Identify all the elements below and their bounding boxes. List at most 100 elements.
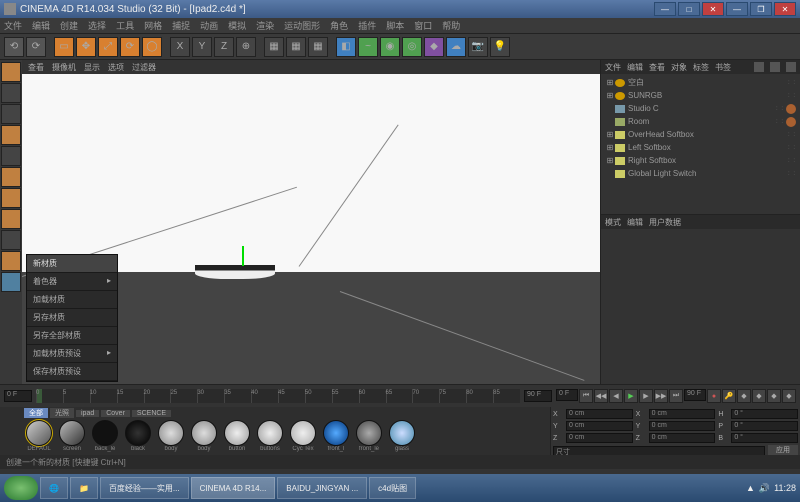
menu-文件[interactable]: 文件 [4,19,22,32]
menu-运动图形[interactable]: 运动图形 [284,19,320,32]
attr-tab[interactable]: 编辑 [627,217,643,228]
tree-item[interactable]: ⊞SUNRGB: : [605,89,796,102]
axis-y-button[interactable]: Y [192,37,212,57]
context-menu-item[interactable]: 另存材质 [27,309,117,327]
material-swatch[interactable]: buttons [254,420,286,454]
environment-button[interactable]: ☁ [446,37,466,57]
objmgr-tab[interactable]: 对象 [671,62,687,73]
tray-icon[interactable]: 🔊 [759,483,770,494]
menu-动画[interactable]: 动画 [200,19,218,32]
range-start-field[interactable]: 0 F [556,389,578,401]
key-scale-button[interactable]: ◆ [752,389,766,403]
visibility-dots[interactable]: : : [788,93,796,99]
viewport-tab[interactable]: 过滤器 [132,62,156,73]
material-tab[interactable]: 全部 [24,408,48,418]
polygon-mode-button[interactable] [1,209,21,229]
make-editable-button[interactable] [1,62,21,82]
record-button[interactable]: ● [707,389,721,403]
material-swatch[interactable]: front_le [353,420,385,454]
key-pos-button[interactable]: ◆ [737,389,751,403]
material-swatch[interactable]: front_l [320,420,352,454]
size-z-field[interactable]: 0 cm [649,433,716,443]
workplane-button[interactable] [1,146,21,166]
coord-system-button[interactable]: ⊕ [236,37,256,57]
snap-button[interactable] [1,251,21,271]
filter-icon[interactable] [770,62,780,72]
objmgr-tab[interactable]: 文件 [605,62,621,73]
context-menu-item[interactable]: 保存材质预设 [27,363,117,381]
attr-tab[interactable]: 用户数据 [649,217,681,228]
visibility-dots[interactable]: : : [788,80,796,86]
generator-button[interactable]: ◎ [402,37,422,57]
expand-icon[interactable]: ⊞ [605,130,615,139]
render-view-button[interactable]: ▦ [264,37,284,57]
material-swatch[interactable]: body [188,420,220,454]
material-swatch[interactable]: Cyc Tex [287,420,319,454]
context-menu-item[interactable]: 着色器▸ [27,273,117,291]
start-button[interactable] [4,476,38,500]
redo-button[interactable]: ⟳ [26,37,46,57]
material-swatch[interactable]: black [122,420,154,454]
model-mode-button[interactable] [1,83,21,103]
attr-tab[interactable]: 模式 [605,217,621,228]
objmgr-tab[interactable]: 书签 [715,62,731,73]
camera-button[interactable]: 📷 [468,37,488,57]
visibility-dots[interactable]: : : [788,171,796,177]
context-menu-item[interactable]: 另存全部材质 [27,327,117,345]
material-swatch[interactable]: glass [386,420,418,454]
close2-button[interactable]: ✕ [774,2,796,16]
material-swatch[interactable]: body [155,420,187,454]
next-key-button[interactable]: ▶▶ [654,389,668,403]
coord-mode-select[interactable]: 尺寸 [553,446,765,456]
taskbar-item[interactable]: c4d贴图 [369,477,416,499]
timeline-start-field[interactable]: 0 F [4,390,32,402]
viewport[interactable]: 新材质着色器▸加载材质另存材质另存全部材质加载材质预设▸保存材质预设 [22,74,600,384]
tree-item[interactable]: ⊞OverHead Softbox: : [605,128,796,141]
deformer-button[interactable]: ◆ [424,37,444,57]
restore-button[interactable]: ❐ [750,2,772,16]
nurbs-button[interactable]: ◉ [380,37,400,57]
prev-frame-button[interactable]: ◀ [609,389,623,403]
menu-窗口[interactable]: 窗口 [414,19,432,32]
view-icon[interactable] [786,62,796,72]
render-settings-button[interactable]: ▦ [308,37,328,57]
autokey-button[interactable]: 🔑 [722,389,736,403]
tree-item[interactable]: ⊞空白: : [605,76,796,89]
tree-item[interactable]: Global Light Switch: : [605,167,796,180]
rot-h-field[interactable]: 0 ° [731,409,798,419]
size-y-field[interactable]: 0 cm [649,421,716,431]
viewport-tab[interactable]: 摄像机 [52,62,76,73]
material-tab[interactable]: ipad [76,410,99,417]
spline-button[interactable]: ~ [358,37,378,57]
viewport-tab[interactable]: 查看 [28,62,44,73]
tag-icon[interactable] [786,117,796,127]
menu-脚本[interactable]: 脚本 [386,19,404,32]
timeline-ruler[interactable]: 051015202530354045505560657075808590 [36,389,520,403]
rot-b-field[interactable]: 0 ° [731,433,798,443]
scale-tool[interactable]: ⤢ [98,37,118,57]
prev-key-button[interactable]: ◀◀ [594,389,608,403]
visibility-dots[interactable]: : : [776,106,784,112]
taskbar-pinned-icon[interactable]: 📁 [70,477,98,499]
menu-角色[interactable]: 角色 [330,19,348,32]
menu-工具[interactable]: 工具 [116,19,134,32]
axis-mode-button[interactable] [1,230,21,250]
lasso-tool[interactable]: ◯ [142,37,162,57]
timeline-end-field[interactable]: 90 F [524,390,552,402]
tree-item[interactable]: ⊞Right Softbox: : [605,154,796,167]
material-swatch[interactable]: DEFAUL [23,420,55,454]
size-x-field[interactable]: 0 cm [649,409,716,419]
goto-start-button[interactable]: ⏮ [579,389,593,403]
visibility-dots[interactable]: : : [776,119,784,125]
material-tab[interactable]: Cover [101,410,130,417]
taskbar-item[interactable]: 百度经验——实用... [100,477,189,499]
axis-x-button[interactable]: X [170,37,190,57]
tree-item[interactable]: ⊞Left Softbox: : [605,141,796,154]
close-button[interactable]: ✕ [702,2,724,16]
menu-模拟[interactable]: 模拟 [228,19,246,32]
material-swatch[interactable]: screen [56,420,88,454]
viewport-tab[interactable]: 显示 [84,62,100,73]
system-tray[interactable]: ▲ 🔊 11:28 [746,483,796,494]
pos-y-field[interactable]: 0 cm [566,421,633,431]
expand-icon[interactable]: ⊞ [605,143,615,152]
